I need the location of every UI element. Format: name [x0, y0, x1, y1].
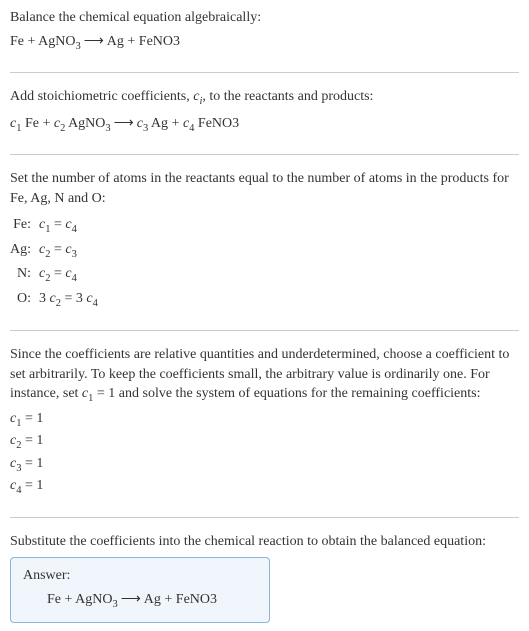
atom-equation: c1 = c4: [39, 214, 104, 238]
atom-label: Fe:: [10, 214, 39, 238]
answer-box: Answer: Fe + AgNO3⟶Ag + FeNO3: [10, 557, 270, 623]
coefficient-value: c3 = 1: [10, 454, 519, 476]
coefficient-value: c1 = 1: [10, 409, 519, 431]
table-row: Fe: c1 = c4: [10, 214, 104, 238]
coefficient-value: c2 = 1: [10, 431, 519, 453]
section-atom-equations: Set the number of atoms in the reactants…: [10, 169, 519, 331]
atom-equation: c2 = c3: [39, 239, 104, 263]
atom-label: N:: [10, 263, 39, 287]
atom-label: Ag:: [10, 239, 39, 263]
instruction-text: Add stoichiometric coefficients, ci, to …: [10, 87, 519, 109]
atom-equation-table: Fe: c1 = c4 Ag: c2 = c3 N: c2 = c4 O: 3 …: [10, 214, 104, 312]
table-row: O: 3 c2 = 3 c4: [10, 288, 104, 312]
instruction-text: Balance the chemical equation algebraica…: [10, 8, 519, 28]
equation-unbalanced: Fe + AgNO3⟶Ag + FeNO3: [10, 32, 519, 54]
section-solve-coefficients: Since the coefficients are relative quan…: [10, 345, 519, 518]
answer-label: Answer:: [23, 566, 257, 586]
atom-equation: c2 = c4: [39, 263, 104, 287]
instruction-text: Since the coefficients are relative quan…: [10, 345, 519, 407]
coefficient-value: c4 = 1: [10, 476, 519, 498]
coefficient-list: c1 = 1 c2 = 1 c3 = 1 c4 = 1: [10, 409, 519, 499]
atom-label: O:: [10, 288, 39, 312]
section-add-coefficients: Add stoichiometric coefficients, ci, to …: [10, 87, 519, 155]
instruction-text: Set the number of atoms in the reactants…: [10, 169, 519, 208]
section-final-answer: Substitute the coefficients into the che…: [10, 532, 519, 624]
atom-equation: 3 c2 = 3 c4: [39, 288, 104, 312]
table-row: N: c2 = c4: [10, 263, 104, 287]
answer-equation: Fe + AgNO3⟶Ag + FeNO3: [23, 590, 257, 612]
table-row: Ag: c2 = c3: [10, 239, 104, 263]
section-balance-intro: Balance the chemical equation algebraica…: [10, 8, 519, 73]
equation-with-coeffs: c1 Fe + c2 AgNO3⟶c3 Ag + c4 FeNO3: [10, 114, 519, 136]
instruction-text: Substitute the coefficients into the che…: [10, 532, 519, 552]
